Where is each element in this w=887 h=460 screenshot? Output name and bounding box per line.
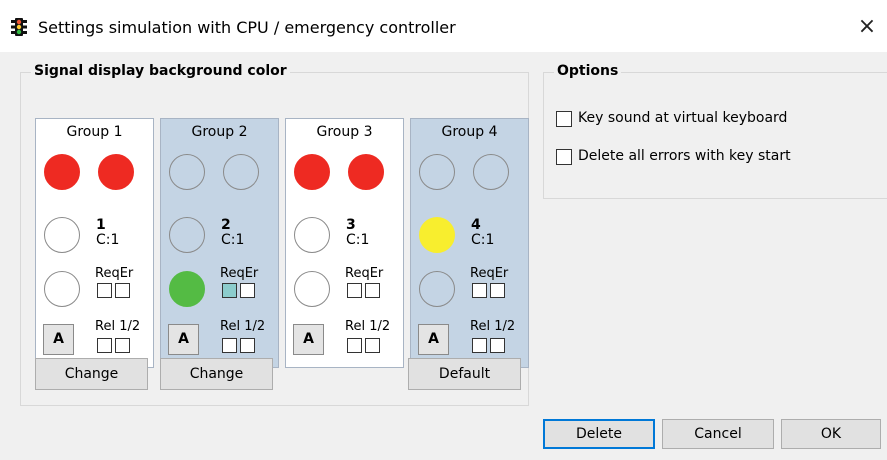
red-lamp-left — [419, 154, 455, 190]
rel2-checkbox[interactable] — [365, 338, 380, 353]
dialog-client-area: Signal display background color Group 1 … — [0, 52, 887, 460]
signal-display-groupbox: Signal display background color Group 1 … — [20, 63, 529, 406]
err-checkbox[interactable] — [115, 283, 130, 298]
group-title: Group 4 — [441, 124, 498, 140]
rel1-checkbox[interactable] — [97, 338, 112, 353]
req-err-label: ReqEr — [95, 266, 134, 281]
rel2-checkbox[interactable] — [240, 338, 255, 353]
green-lamp — [169, 271, 205, 307]
req-err-label: ReqEr — [345, 266, 384, 281]
group-counter: C:1 — [221, 232, 245, 248]
group-number: 1 — [96, 217, 106, 233]
yellow-lamp — [419, 217, 455, 253]
group-title: Group 3 — [316, 124, 373, 140]
red-lamp-left — [44, 154, 80, 190]
close-icon[interactable]: × — [852, 12, 882, 42]
group-title: Group 2 — [191, 124, 248, 140]
key-sound-checkbox[interactable] — [556, 111, 572, 127]
a-button[interactable]: A — [418, 324, 449, 355]
options-title: Options — [554, 63, 622, 79]
req-checkbox[interactable] — [222, 283, 237, 298]
group-number: 2 — [221, 217, 231, 233]
yellow-lamp — [44, 217, 80, 253]
default-color-button[interactable]: Default — [408, 358, 521, 390]
a-button[interactable]: A — [168, 324, 199, 355]
delete-errors-checkbox[interactable] — [556, 149, 572, 165]
delete-button[interactable]: Delete — [543, 419, 655, 449]
req-err-label: ReqEr — [220, 266, 259, 281]
green-lamp — [419, 271, 455, 307]
red-lamp-right — [223, 154, 259, 190]
err-checkbox[interactable] — [240, 283, 255, 298]
group-counter: C:1 — [471, 232, 495, 248]
green-lamp — [44, 271, 80, 307]
rel-label: Rel 1/2 — [345, 319, 391, 334]
red-lamp-left — [169, 154, 205, 190]
signal-group-3: Group 3 3 C:1 ReqEr Rel 1/2 A — [285, 118, 404, 368]
group-title: Group 1 — [66, 124, 123, 140]
window-title: Settings simulation with CPU / emergency… — [38, 18, 456, 37]
rel-label: Rel 1/2 — [220, 319, 266, 334]
req-checkbox[interactable] — [472, 283, 487, 298]
group-counter: C:1 — [96, 232, 120, 248]
green-lamp — [294, 271, 330, 307]
req-err-label: ReqEr — [470, 266, 509, 281]
a-button[interactable]: A — [293, 324, 324, 355]
red-lamp-left — [294, 154, 330, 190]
yellow-lamp — [169, 217, 205, 253]
rel-label: Rel 1/2 — [470, 319, 516, 334]
cancel-button[interactable]: Cancel — [662, 419, 774, 449]
rel2-checkbox[interactable] — [490, 338, 505, 353]
options-groupbox: Options Key sound at virtual keyboard De… — [543, 63, 887, 199]
group-counter: C:1 — [346, 232, 370, 248]
rel1-checkbox[interactable] — [222, 338, 237, 353]
key-sound-label: Key sound at virtual keyboard — [578, 110, 788, 126]
group-number: 4 — [471, 217, 481, 233]
delete-errors-label: Delete all errors with key start — [578, 148, 791, 164]
red-lamp-right — [473, 154, 509, 190]
signal-group-4: Group 4 4 C:1 ReqEr Rel 1/2 A — [410, 118, 529, 368]
signal-group-2: Group 2 2 C:1 ReqEr Rel 1/2 A — [160, 118, 279, 368]
change-color-button-group-2[interactable]: Change — [160, 358, 273, 390]
req-checkbox[interactable] — [97, 283, 112, 298]
err-checkbox[interactable] — [490, 283, 505, 298]
title-bar: Settings simulation with CPU / emergency… — [0, 0, 887, 52]
change-color-button-group-1[interactable]: Change — [35, 358, 148, 390]
traffic-light-icon — [11, 18, 27, 36]
err-checkbox[interactable] — [365, 283, 380, 298]
yellow-lamp — [294, 217, 330, 253]
req-checkbox[interactable] — [347, 283, 362, 298]
ok-button[interactable]: OK — [781, 419, 881, 449]
rel2-checkbox[interactable] — [115, 338, 130, 353]
signal-display-title: Signal display background color — [31, 63, 290, 79]
rel1-checkbox[interactable] — [472, 338, 487, 353]
signal-group-1: Group 1 1 C:1 ReqEr Rel 1/2 A — [35, 118, 154, 368]
red-lamp-right — [98, 154, 134, 190]
a-button[interactable]: A — [43, 324, 74, 355]
group-number: 3 — [346, 217, 356, 233]
rel-label: Rel 1/2 — [95, 319, 141, 334]
rel1-checkbox[interactable] — [347, 338, 362, 353]
red-lamp-right — [348, 154, 384, 190]
